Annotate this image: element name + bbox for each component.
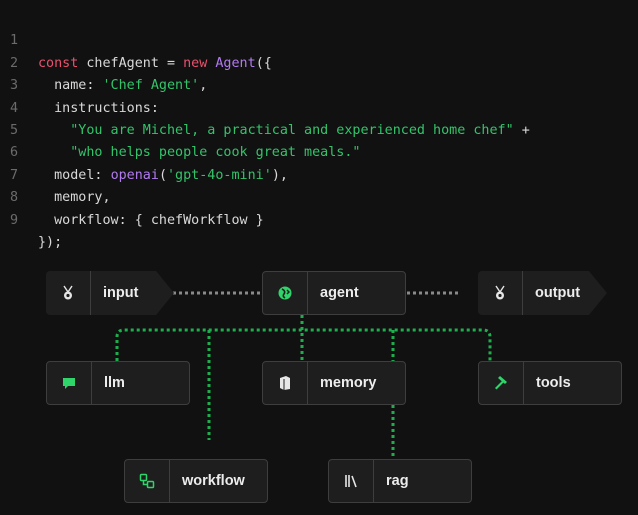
- hammer-icon: [479, 362, 524, 404]
- node-label: rag: [386, 473, 409, 489]
- node-input[interactable]: input: [46, 271, 174, 315]
- node-label: input: [103, 285, 139, 301]
- medal-icon: [478, 271, 523, 315]
- node-label: workflow: [182, 473, 245, 489]
- node-rag[interactable]: rag: [328, 459, 472, 503]
- node-label: memory: [320, 375, 377, 391]
- node-workflow[interactable]: workflow: [124, 459, 268, 503]
- node-tools[interactable]: tools: [478, 361, 622, 405]
- node-label: agent: [320, 285, 359, 301]
- node-llm[interactable]: llm: [46, 361, 190, 405]
- workflow-icon: [125, 460, 170, 502]
- chat-icon: [47, 362, 92, 404]
- book-icon: [263, 362, 308, 404]
- node-output[interactable]: output: [478, 271, 607, 315]
- diagram-connectors: [115, 291, 492, 459]
- node-label: llm: [104, 375, 125, 391]
- node-label: output: [535, 285, 581, 301]
- node-memory[interactable]: memory: [262, 361, 406, 405]
- library-icon: [329, 460, 374, 502]
- globe-icon: [263, 272, 308, 314]
- node-label: tools: [536, 375, 571, 391]
- node-agent[interactable]: agent: [262, 271, 406, 315]
- medal-icon: [46, 271, 91, 315]
